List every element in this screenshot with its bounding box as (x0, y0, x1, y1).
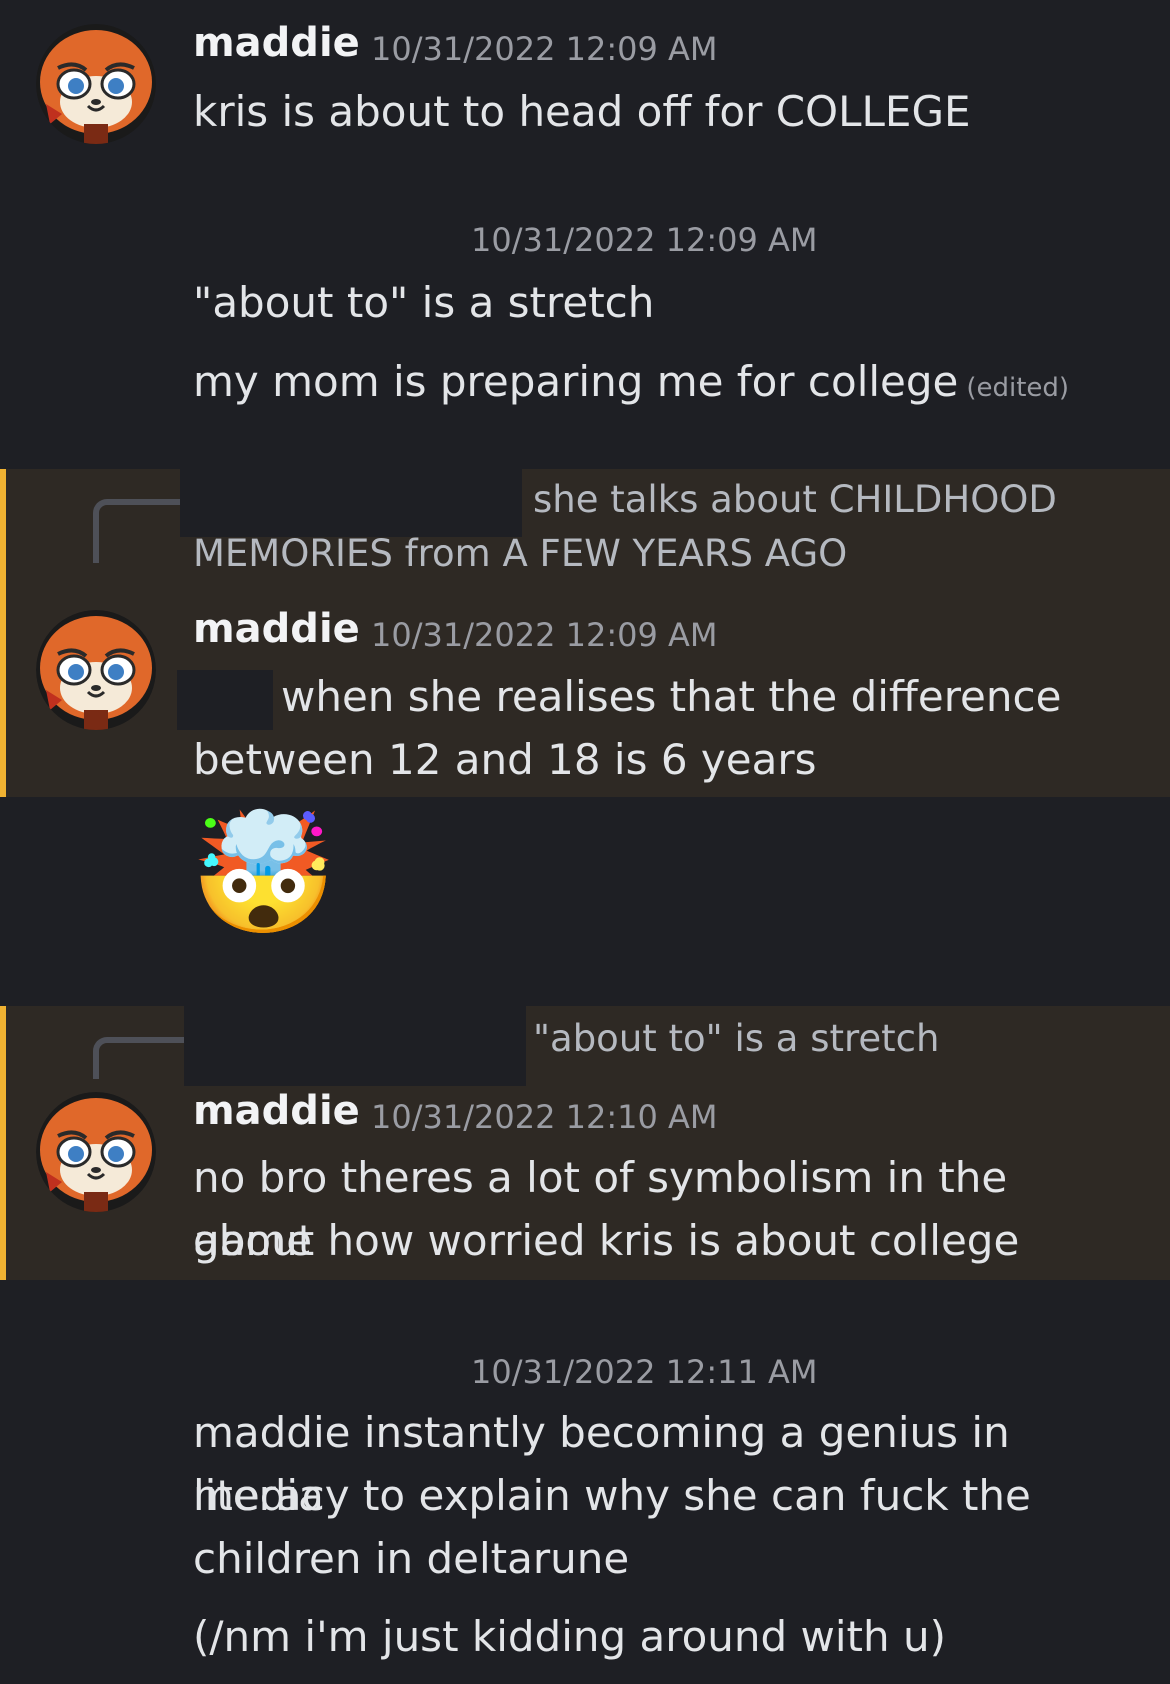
reply-spine (93, 499, 187, 563)
message-text-content: when she realises that the difference (281, 672, 1062, 721)
avatar[interactable] (36, 24, 156, 144)
message-text: when she realises that the difference (177, 665, 1105, 730)
message-group-3: she talks about CHILDHOOD MEMORIES from … (0, 469, 1170, 797)
redacted-block (177, 669, 273, 730)
message-group-5: 10/31/2022 12:11 AM maddie instantly bec… (0, 1328, 1170, 1684)
message-group-1: maddie 10/31/2022 12:09 AM kris is about… (0, 0, 1170, 160)
message-text: children in deltarune (193, 1534, 630, 1583)
timestamp: 10/31/2022 12:09 AM (471, 221, 818, 259)
timestamp: 10/31/2022 12:11 AM (471, 1353, 818, 1391)
username[interactable]: maddie (193, 20, 360, 66)
chat-log: maddie 10/31/2022 12:09 AM kris is about… (0, 0, 1170, 1684)
message-group-2: 10/31/2022 12:09 AM "about to" is a stre… (0, 200, 1170, 420)
message-text: (/nm i'm just kidding around with u) (193, 1612, 946, 1661)
message-text: "about to" is a stretch (193, 278, 655, 327)
message-text: about how worried kris is about college (193, 1216, 1020, 1265)
timestamp: 10/31/2022 12:10 AM (371, 1098, 718, 1136)
emoji-message: 🤯 (0, 797, 1170, 957)
username[interactable]: maddie (193, 606, 360, 652)
edited-label: (edited) (966, 373, 1070, 403)
redacted-block (184, 1006, 526, 1086)
username[interactable]: maddie (193, 1088, 360, 1134)
avatar[interactable] (36, 610, 156, 730)
reply-preview-text[interactable]: MEMORIES from A FEW YEARS AGO (193, 527, 847, 581)
exploding-head-emoji: 🤯 (190, 804, 337, 942)
message-text: my mom is preparing me for college (edite… (193, 350, 1113, 420)
avatar[interactable] (36, 1092, 156, 1212)
red-panda-avatar-icon (36, 24, 156, 144)
timestamp: 10/31/2022 12:09 AM (371, 30, 718, 68)
red-panda-avatar-icon (36, 610, 156, 730)
message-text: kris is about to head off for COLLEGE (193, 87, 971, 136)
timestamp: 10/31/2022 12:09 AM (371, 616, 718, 654)
message-group-4: "about to" is a stretch maddie 10/31/202… (0, 1006, 1170, 1280)
reply-preview-text[interactable]: "about to" is a stretch (533, 1012, 939, 1066)
reply-preview-text[interactable]: she talks about CHILDHOOD (533, 473, 1057, 527)
message-text: literacy to explain why she can fuck the (193, 1471, 1031, 1520)
red-panda-avatar-icon (36, 1092, 156, 1212)
message-text: between 12 and 18 is 6 years (193, 735, 817, 784)
message-text-content: my mom is preparing me for college (193, 357, 959, 406)
reply-spine (93, 1037, 187, 1079)
